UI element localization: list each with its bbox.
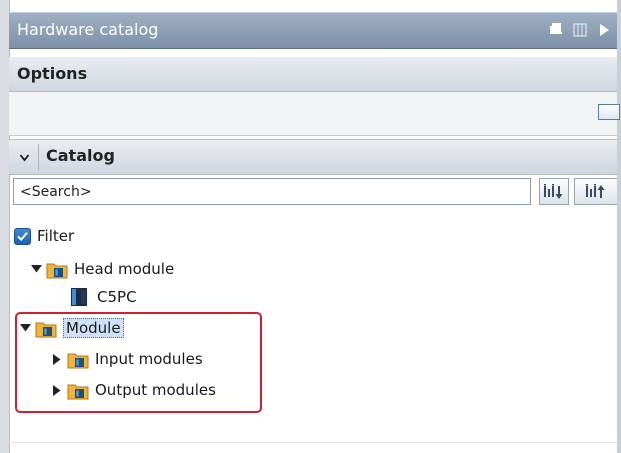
filter-checkbox[interactable]	[14, 227, 31, 245]
tree-label-head-module: Head module	[74, 260, 175, 278]
checkmark-icon	[17, 231, 28, 241]
panel-title: Hardware catalog	[17, 20, 159, 39]
hardware-catalog-panel: Hardware catalog Options Catalog <Search…	[0, 0, 621, 453]
filter-label: Filter	[37, 227, 75, 245]
options-label: Options	[17, 64, 88, 83]
right-edge	[617, 0, 621, 453]
pin-icon[interactable]	[549, 22, 563, 38]
options-body	[9, 92, 620, 136]
catalog-header-divider	[38, 144, 39, 170]
catalog-label: Catalog	[46, 146, 115, 165]
columns-icon[interactable]	[573, 22, 587, 38]
view-toggle-button[interactable]	[598, 104, 620, 120]
title-bar-controls	[549, 22, 611, 38]
module-icon	[71, 288, 87, 306]
search-down-icon	[544, 184, 563, 199]
search-up-icon	[586, 184, 605, 198]
folder-icon	[46, 263, 68, 278]
chevron-down-icon[interactable]	[20, 153, 29, 162]
title-bar: Hardware catalog	[9, 12, 617, 49]
filter-row[interactable]: Filter	[14, 223, 74, 249]
tree-item-c5pc[interactable]: C5PC	[69, 284, 137, 310]
catalog-header[interactable]: Catalog	[9, 139, 617, 175]
collapse-arrow-icon[interactable]	[597, 22, 611, 38]
highlight-box	[15, 312, 262, 413]
bottom-divider	[9, 442, 617, 443]
tree-label-c5pc: C5PC	[97, 288, 137, 306]
search-down-button[interactable]	[539, 178, 569, 205]
options-header[interactable]: Options	[9, 57, 617, 92]
search-input[interactable]	[13, 178, 531, 205]
expanded-arrow-icon[interactable]	[31, 265, 42, 273]
tree-item-head-module[interactable]: Head module	[31, 256, 174, 282]
search-up-button[interactable]	[574, 178, 617, 205]
